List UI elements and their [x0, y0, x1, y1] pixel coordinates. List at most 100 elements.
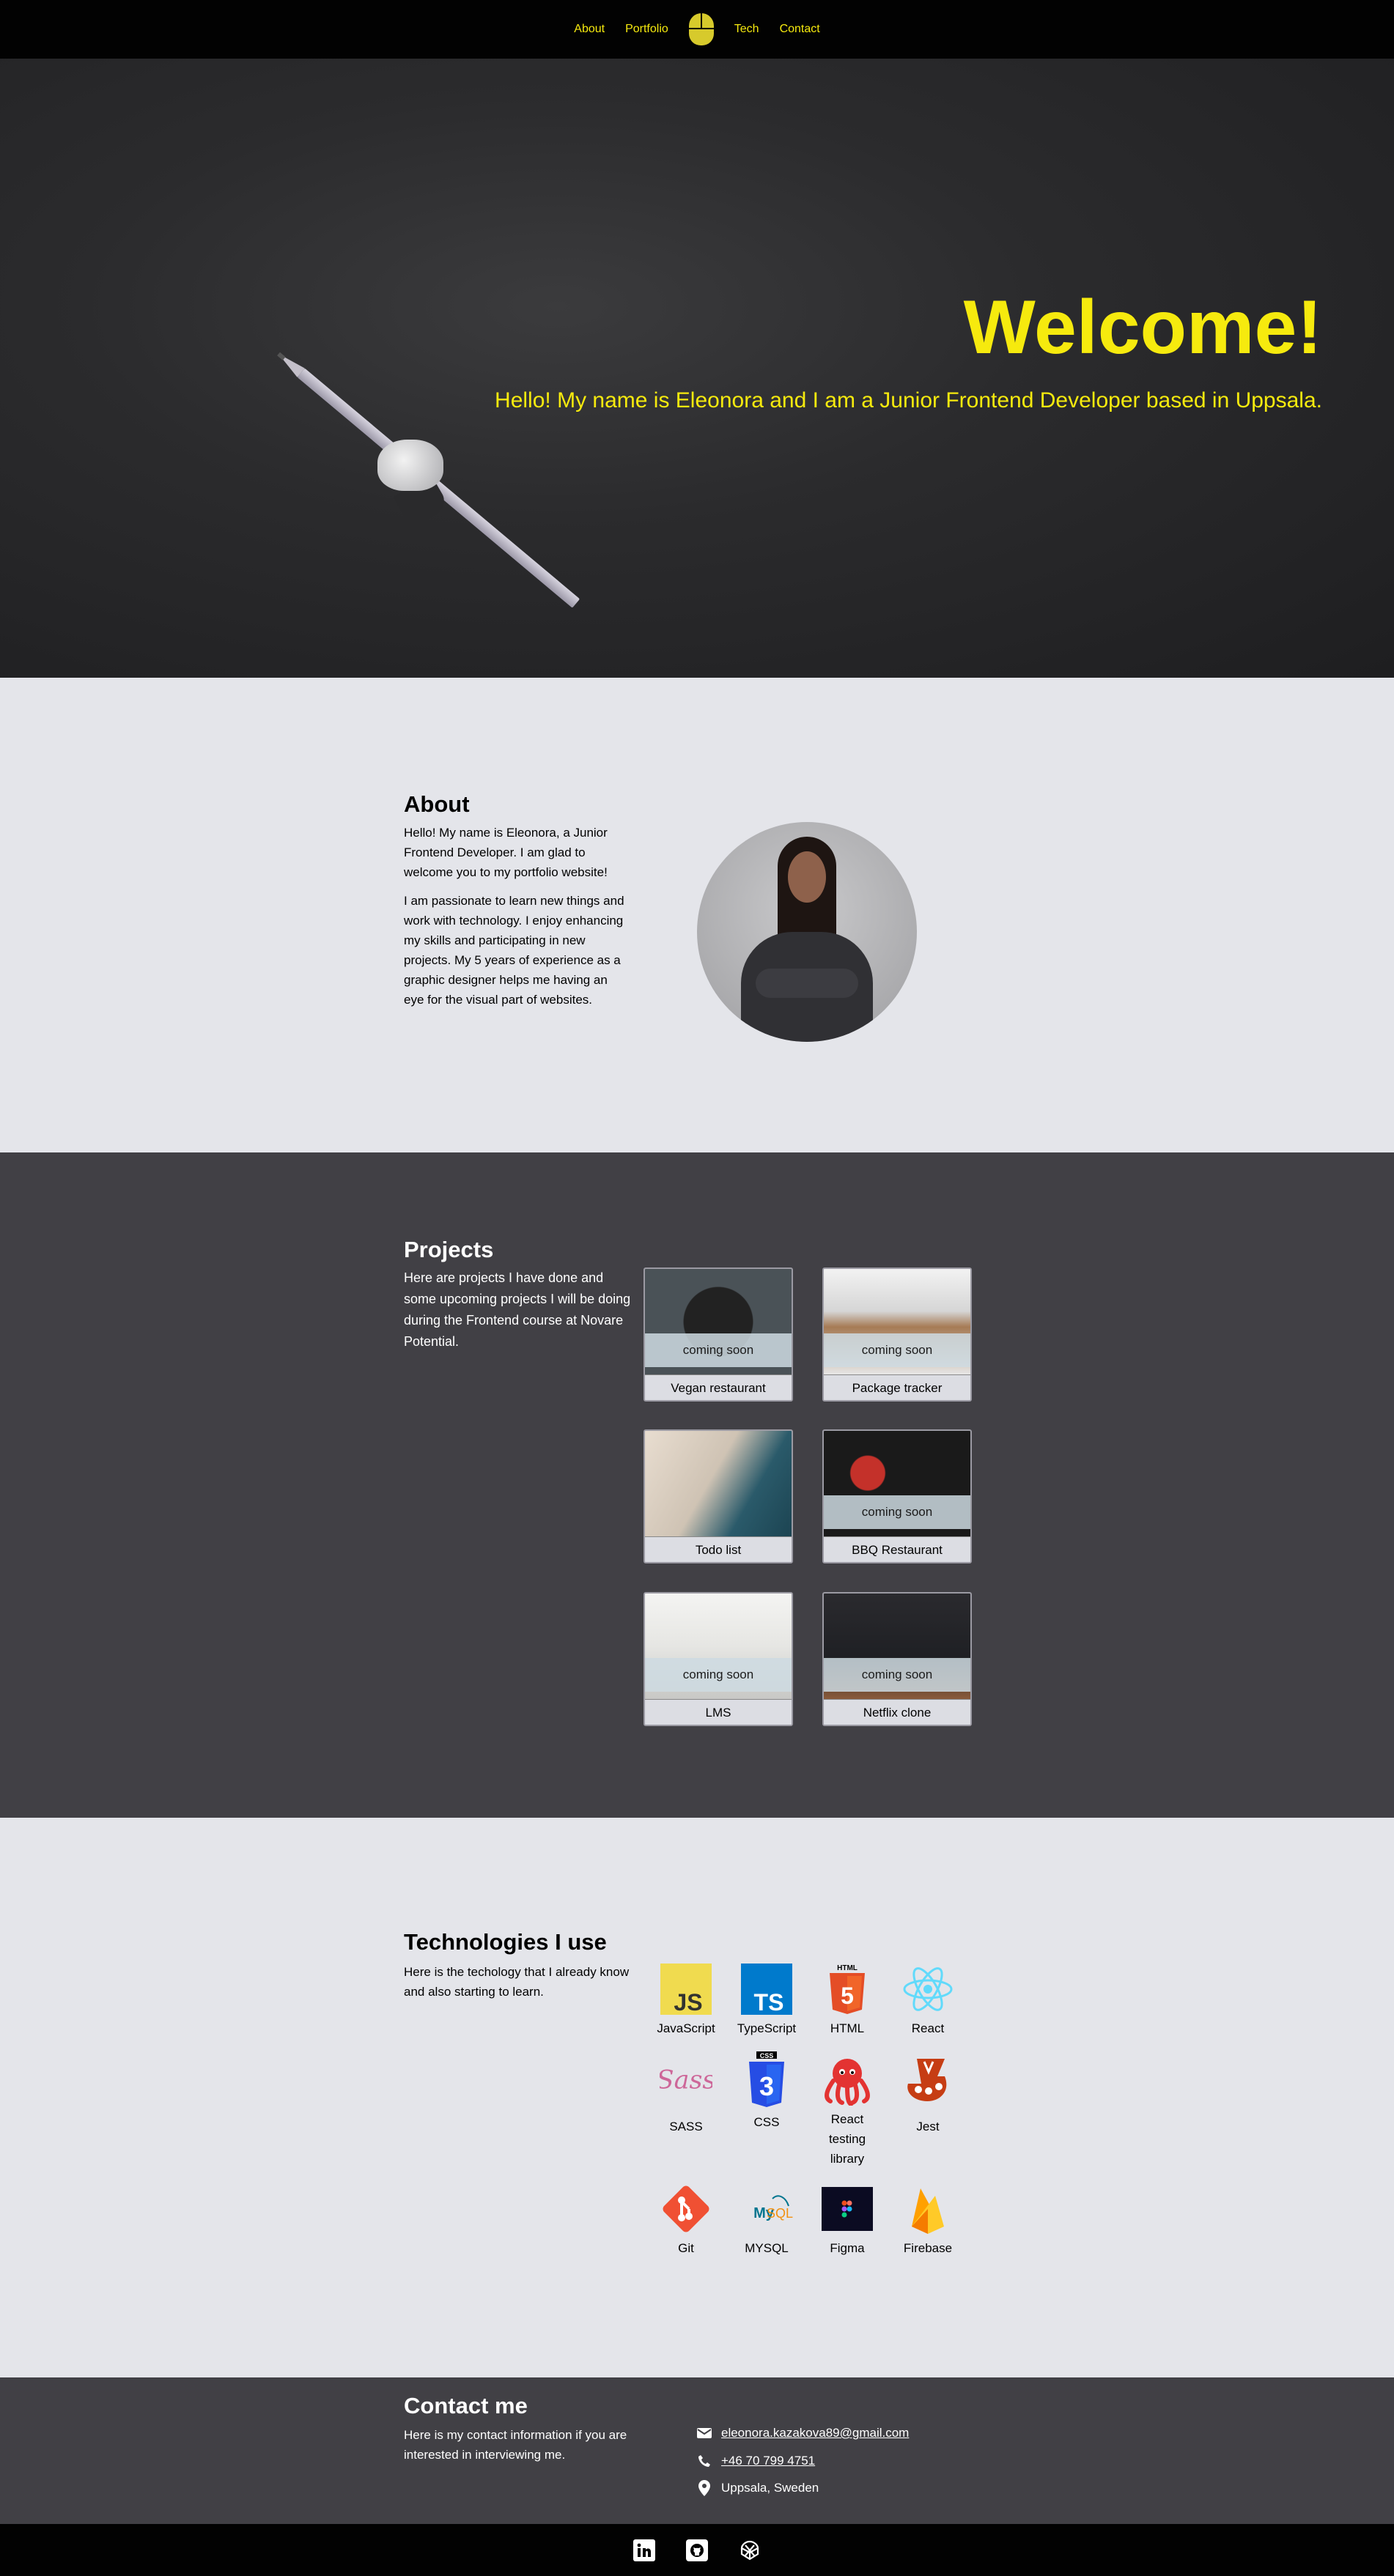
projects-intro: Here are projects I have done and some u…: [404, 1270, 631, 1349]
jest-icon: [901, 2054, 954, 2106]
location-text: Uppsala, Sweden: [721, 2481, 819, 2495]
mysql-icon: My SQL: [740, 2183, 793, 2235]
coming-soon-badge: coming soon: [645, 1658, 792, 1692]
tech-intro: Here is the techology that I already kno…: [404, 1965, 630, 1999]
about-title: About: [404, 791, 470, 817]
firebase-icon: [901, 2183, 954, 2235]
phone-icon: [696, 2454, 712, 2468]
octopus-icon: [821, 2054, 874, 2106]
svg-text:3: 3: [759, 2071, 774, 2101]
contact-intro: Here is my contact information if you ar…: [404, 2428, 627, 2462]
tech-item-html: HTML 5 HTML: [812, 1963, 882, 2038]
tech-item-git: Git: [651, 2183, 721, 2258]
css3-icon: CSS 3: [740, 2051, 793, 2107]
javascript-icon: JS: [660, 1963, 712, 2016]
footer: [0, 2524, 1394, 2576]
html5-icon: HTML 5: [821, 1963, 874, 2016]
tech-label: SASS: [669, 2120, 703, 2133]
coming-soon-badge: coming soon: [824, 1333, 970, 1367]
contact-phone-row: +46 70 799 4751: [696, 2454, 815, 2468]
project-name: Vegan restaurant: [645, 1374, 792, 1400]
codepen-icon[interactable]: [737, 2538, 762, 2563]
tech-item-typescript: TS TypeScript: [731, 1963, 802, 2038]
contact-title: Contact me: [404, 2393, 528, 2418]
phone-link[interactable]: +46 70 799 4751: [721, 2454, 815, 2468]
svg-text:HTML: HTML: [837, 1964, 858, 1972]
nav-link-portfolio[interactable]: Portfolio: [625, 23, 668, 36]
sass-icon: Sass: [660, 2054, 712, 2106]
about-paragraph: Hello! My name is Eleonora, a Junior Fro…: [404, 826, 608, 879]
svg-text:JS: JS: [674, 1989, 702, 2015]
project-card-package-tracker[interactable]: coming soon Package tracker: [822, 1267, 972, 1402]
envelope-icon: [696, 2428, 712, 2438]
project-name: Package tracker: [824, 1374, 970, 1400]
tech-label: JavaScript: [657, 2021, 715, 2035]
nav-link-tech[interactable]: Tech: [734, 23, 759, 36]
tech-item-firebase: Firebase: [893, 2183, 963, 2258]
about-section: About Hello! My name is Eleonora, a Juni…: [0, 678, 1394, 1152]
tech-label: React: [911, 2021, 945, 2035]
project-card-netflix-clone[interactable]: coming soon Netflix clone: [822, 1592, 972, 1726]
contact-email-row: eleonora.kazakova89@gmail.com: [696, 2426, 909, 2440]
project-name: LMS: [645, 1699, 792, 1725]
tech-label: HTML: [830, 2021, 865, 2035]
tech-item-react-testing-library: React testing library: [812, 2054, 882, 2169]
tech-label: MYSQL: [745, 2241, 789, 2255]
github-icon[interactable]: [685, 2538, 709, 2563]
map-pin-icon: [696, 2480, 712, 2496]
tech-item-react: React: [893, 1963, 963, 2038]
project-card-vegan-restaurant[interactable]: coming soon Vegan restaurant: [643, 1267, 793, 1402]
project-name: Netflix clone: [824, 1699, 970, 1725]
coming-soon-badge: coming soon: [645, 1333, 792, 1367]
svg-text:CSS: CSS: [760, 2052, 774, 2059]
project-card-lms[interactable]: coming soon LMS: [643, 1592, 793, 1726]
tech-item-javascript: JS JavaScript: [651, 1963, 721, 2038]
hero-section: Welcome! Hello! My name is Eleonora and …: [0, 59, 1394, 678]
project-card-todo-list[interactable]: Todo list: [643, 1429, 793, 1563]
profile-photo: [697, 822, 917, 1042]
about-paragraph: I am passionate to learn new things and …: [404, 894, 624, 1007]
technologies-section: Technologies I use Here is the techology…: [0, 1818, 1394, 2377]
email-link[interactable]: eleonora.kazakova89@gmail.com: [721, 2426, 909, 2440]
eraser-image: [377, 440, 465, 529]
tech-item-jest: Jest: [893, 2054, 963, 2136]
tech-label: CSS: [753, 2115, 780, 2129]
projects-title: Projects: [404, 1237, 494, 1262]
tech-label: Firebase: [903, 2241, 953, 2255]
projects-section: Projects Here are projects I have done a…: [0, 1152, 1394, 1818]
tech-label: Git: [678, 2241, 694, 2255]
svg-text:Sass: Sass: [660, 2065, 712, 2095]
tech-label: TypeScript: [737, 2021, 797, 2035]
tech-label: Figma: [830, 2241, 865, 2255]
linkedin-icon[interactable]: [632, 2538, 657, 2563]
about-text: Hello! My name is Eleonora, a Junior Fro…: [404, 823, 628, 1010]
svg-text:SQL: SQL: [767, 2206, 793, 2221]
todo-notebook-image: [645, 1431, 792, 1536]
git-icon: [660, 2183, 712, 2235]
react-icon: [901, 1963, 954, 2016]
computer-mouse-icon[interactable]: [688, 13, 714, 45]
coming-soon-badge: coming soon: [824, 1658, 970, 1692]
tech-item-sass: Sass SASS: [651, 2054, 721, 2136]
tech-item-figma: Figma: [812, 2183, 882, 2258]
tech-item-mysql: My SQL MYSQL: [731, 2183, 802, 2258]
hero-subtitle: Hello! My name is Eleonora and I am a Ju…: [495, 388, 1322, 412]
contact-location-row: Uppsala, Sweden: [696, 2480, 819, 2496]
project-card-bbq-restaurant[interactable]: coming soon BBQ Restaurant: [822, 1429, 972, 1563]
contact-section: Contact me Here is my contact informatio…: [0, 2377, 1394, 2524]
project-name: BBQ Restaurant: [824, 1536, 970, 1562]
figma-icon: [821, 2183, 874, 2235]
project-name: Todo list: [645, 1536, 792, 1562]
tech-item-css: CSS 3 CSS: [731, 2051, 802, 2132]
tech-label: React testing library: [828, 2112, 866, 2166]
coming-soon-badge: coming soon: [824, 1495, 970, 1529]
svg-text:5: 5: [841, 1983, 854, 2009]
tech-label: Jest: [916, 2120, 940, 2133]
nav-link-contact[interactable]: Contact: [780, 23, 820, 36]
typescript-icon: TS: [740, 1963, 793, 2016]
svg-text:TS: TS: [754, 1989, 784, 2015]
nav-link-about[interactable]: About: [574, 23, 605, 36]
tech-title: Technologies I use: [404, 1929, 607, 1955]
top-nav: About Portfolio Tech Contact: [0, 0, 1394, 59]
hero-title: Welcome!: [963, 285, 1322, 370]
